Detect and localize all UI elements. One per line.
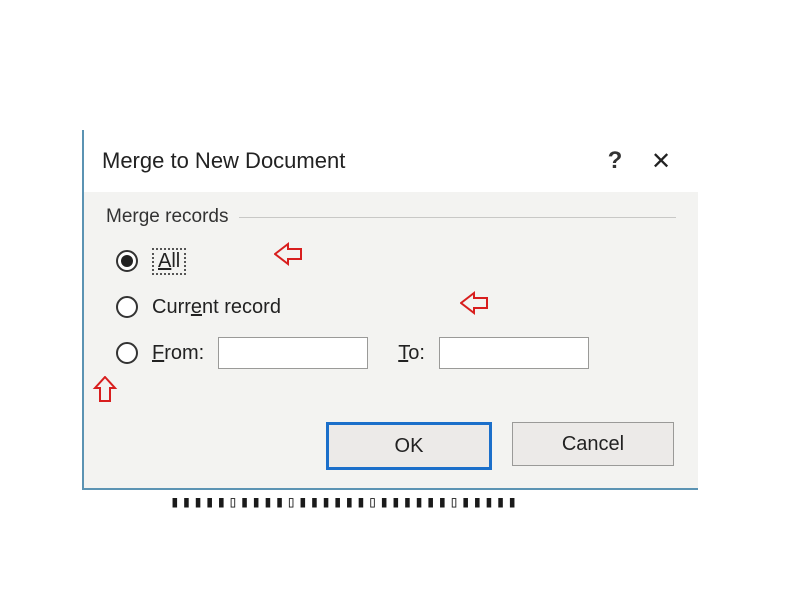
button-row: OK Cancel: [326, 422, 674, 470]
ok-button[interactable]: OK: [326, 422, 492, 470]
from-input[interactable]: [218, 337, 368, 369]
to-label: To:: [398, 342, 425, 365]
group-label: Merge records: [106, 206, 229, 228]
group-header: Merge records: [106, 206, 676, 228]
help-button[interactable]: ?: [592, 147, 638, 175]
decorative-ticks: ▮▮▮▮▮▯▮▮▮▮▯▮▮▮▮▮▮▯▮▮▮▮▮▮▯▮▮▮▮▮: [170, 492, 570, 510]
radio-from[interactable]: [116, 342, 138, 364]
radio-row-all[interactable]: All: [106, 238, 676, 284]
radio-current-label: Current record: [152, 296, 281, 319]
radio-row-current[interactable]: Current record: [106, 284, 676, 330]
radio-row-from[interactable]: From: To:: [106, 330, 676, 376]
dialog-body: Merge records All Current record From: T…: [84, 192, 698, 388]
radio-all-label: All: [152, 248, 186, 275]
focus-rect: All: [152, 248, 186, 275]
radio-from-label: From:: [152, 342, 204, 365]
radio-current[interactable]: [116, 296, 138, 318]
titlebar: Merge to New Document ? ✕: [84, 130, 698, 192]
to-input[interactable]: [439, 337, 589, 369]
close-button[interactable]: ✕: [638, 147, 684, 176]
dialog-title: Merge to New Document: [102, 148, 592, 174]
radio-all[interactable]: [116, 250, 138, 272]
merge-dialog: Merge to New Document ? ✕ Merge records …: [82, 130, 698, 490]
divider: [239, 217, 677, 218]
cancel-button[interactable]: Cancel: [512, 422, 674, 466]
